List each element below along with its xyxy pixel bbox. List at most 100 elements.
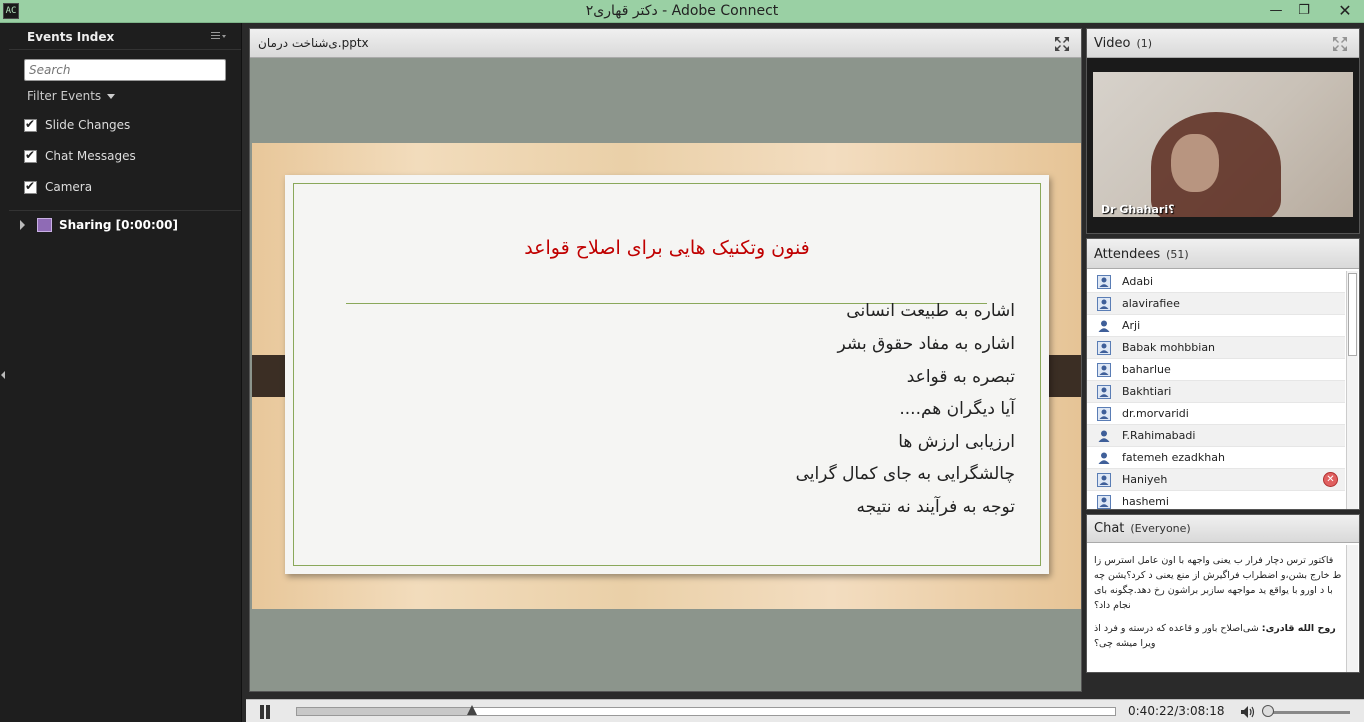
attendee-name: F.Rahimabadi — [1122, 429, 1196, 442]
attendee-name: alavirafiee — [1122, 297, 1180, 310]
window-title: دکتر قهاری۲ - Adobe Connect — [585, 3, 779, 19]
chat-title: Chat (Everyone) — [1094, 521, 1191, 536]
attendees-header: Attendees (51) — [1087, 239, 1359, 269]
seek-bar[interactable] — [296, 707, 1116, 716]
checkbox-checked[interactable] — [24, 148, 37, 163]
volume-slider[interactable] — [1264, 711, 1350, 714]
close-button[interactable]: ✕ — [1328, 0, 1362, 22]
remove-attendee-icon[interactable]: ✕ — [1323, 472, 1338, 487]
attendee-row[interactable]: Haniyeh ✕ — [1087, 469, 1345, 491]
attendee-row[interactable]: dr.morvaridi — [1087, 403, 1345, 425]
events-title: Events Index — [27, 30, 115, 44]
volume-icon[interactable] — [1240, 705, 1256, 719]
slide-bullet: اشاره به طبیعت انسانی — [846, 301, 1015, 321]
slide-bullet: چالشگرایی به جای کمال گرایی — [795, 464, 1015, 484]
expand-arrow-icon[interactable] — [20, 220, 25, 230]
attendees-title-label: Attendees — [1094, 247, 1161, 262]
user-icon — [1098, 430, 1110, 442]
chat-message: فاکتور ترس دچار فرار ب یعنی واجهه با اون… — [1094, 553, 1342, 613]
attendee-row[interactable]: Bakhtiari — [1087, 381, 1345, 403]
host-user-icon — [1097, 275, 1111, 289]
attendee-row[interactable]: Babak mohbbian — [1087, 337, 1345, 359]
checkbox-checked[interactable] — [24, 117, 37, 132]
events-header: Events Index — [9, 23, 241, 50]
title-bar: AC دکتر قهاری۲ - Adobe Connect — ❐ ✕ — [0, 0, 1364, 23]
presenter-face — [1171, 134, 1219, 192]
collapse-panel-icon[interactable] — [1, 371, 5, 379]
scrollbar[interactable] — [1346, 271, 1358, 509]
chat-message-text: شی‌اصلاح باور و قاعده که درسته و فرد اذ … — [1094, 623, 1259, 649]
minimize-button[interactable]: — — [1262, 0, 1290, 22]
maximize-button[interactable]: ❐ — [1290, 0, 1318, 22]
volume-knob[interactable] — [1262, 705, 1274, 717]
host-user-icon — [1097, 341, 1111, 355]
chat-sender: روح الله قادری: — [1261, 623, 1336, 634]
sharing-label: Sharing [0:00:00] — [59, 218, 178, 232]
filter-label: Camera — [45, 180, 93, 194]
user-icon — [1098, 452, 1110, 464]
search-input[interactable] — [24, 59, 226, 81]
attendee-name: baharlue — [1122, 363, 1171, 376]
chat-pod: Chat (Everyone) فاکتور ترس دچار فرار ب یع… — [1086, 514, 1360, 673]
chat-header: Chat (Everyone) — [1087, 515, 1359, 543]
share-pod-header: ی‌شناخت درمان.pptx — [250, 29, 1081, 58]
filter-label: Chat Messages — [45, 149, 136, 163]
attendee-name: Adabi — [1122, 275, 1154, 288]
chevron-down-icon — [107, 94, 116, 99]
chat-title-label: Chat — [1094, 521, 1125, 536]
video-pod-header: Video (1) — [1087, 29, 1359, 58]
scrollbar[interactable] — [1346, 545, 1358, 672]
video-count: (1) — [1136, 37, 1153, 50]
time-readout: 0:40:22/3:08:18 — [1128, 704, 1225, 718]
expand-icon[interactable] — [1332, 36, 1348, 52]
attendee-row[interactable]: F.Rahimabadi — [1087, 425, 1345, 447]
webcam-feed: Dr Ghahari؟ — [1093, 72, 1353, 217]
slide-bullet: توجه به فرآیند نه نتیجه — [856, 497, 1015, 517]
events-index-panel: Events Index Filter Events Slide Changes… — [0, 23, 242, 722]
host-user-icon — [1097, 297, 1111, 311]
presenter-name: Dr Ghahari؟ — [1101, 203, 1175, 216]
checkbox-checked[interactable] — [24, 179, 37, 194]
scrollbar-thumb[interactable] — [1348, 273, 1357, 356]
slide-bullet: اشاره به مفاد حقوق بشر — [837, 334, 1015, 354]
video-pod: Video (1) Dr Ghahari؟ — [1086, 28, 1360, 234]
attendee-name: Arji — [1122, 319, 1141, 332]
host-user-icon — [1097, 385, 1111, 399]
filter-label: Slide Changes — [45, 118, 131, 132]
pause-button[interactable] — [259, 705, 271, 719]
attendee-name: Babak mohbbian — [1122, 341, 1216, 354]
chat-messages: فاکتور ترس دچار فرار ب یعنی واجهه با اون… — [1094, 553, 1342, 669]
attendee-name: hashemi — [1122, 495, 1169, 508]
chat-scope: (Everyone) — [1130, 522, 1191, 535]
share-pod-icon — [37, 218, 52, 232]
attendee-row[interactable]: Arji — [1087, 315, 1345, 337]
slide-title: فنون وتکنیک هایی برای اصلاح قواعد — [524, 237, 810, 259]
attendees-count: (51) — [1166, 248, 1189, 261]
menu-icon[interactable] — [211, 30, 227, 42]
attendee-row[interactable]: alavirafiee — [1087, 293, 1345, 315]
attendee-name: dr.morvaridi — [1122, 407, 1189, 420]
playback-bar: 0:40:22/3:08:18 — [246, 699, 1364, 722]
attendee-row[interactable]: hashemi — [1087, 491, 1345, 509]
share-pod: ی‌شناخت درمان.pptx فنون وتکنیک هایی برای… — [249, 28, 1082, 692]
video-title-label: Video — [1094, 36, 1131, 51]
attendees-title: Attendees (51) — [1094, 247, 1189, 262]
slide-content: فنون وتکنیک هایی برای اصلاح قواعد اشاره … — [285, 175, 1049, 574]
video-title: Video (1) — [1094, 36, 1152, 51]
seek-handle[interactable] — [466, 705, 477, 715]
slide-bullet: ارزیابی ارزش ها — [898, 432, 1015, 452]
host-user-icon — [1097, 495, 1111, 509]
share-file-title: ی‌شناخت درمان.pptx — [258, 36, 369, 50]
fullscreen-icon[interactable] — [1054, 36, 1070, 52]
attendee-name: fatemeh ezadkhah — [1122, 451, 1225, 464]
host-user-icon — [1097, 473, 1111, 487]
attendee-list: Adabi alavirafiee Arji Babak mohbbian baharl… — [1087, 271, 1345, 509]
attendee-row[interactable]: baharlue — [1087, 359, 1345, 381]
user-icon — [1098, 320, 1110, 332]
chat-message-text: فاکتور ترس دچار فرار ب یعنی واجهه با اون… — [1094, 555, 1342, 611]
slide-bullet: آیا دیگران هم.... — [899, 399, 1015, 419]
attendee-row[interactable]: fatemeh ezadkhah — [1087, 447, 1345, 469]
filter-events-dropdown[interactable]: Filter Events — [27, 89, 116, 103]
presentation-slide: فنون وتکنیک هایی برای اصلاح قواعد اشاره … — [252, 143, 1081, 609]
attendee-row[interactable]: Adabi — [1087, 271, 1345, 293]
